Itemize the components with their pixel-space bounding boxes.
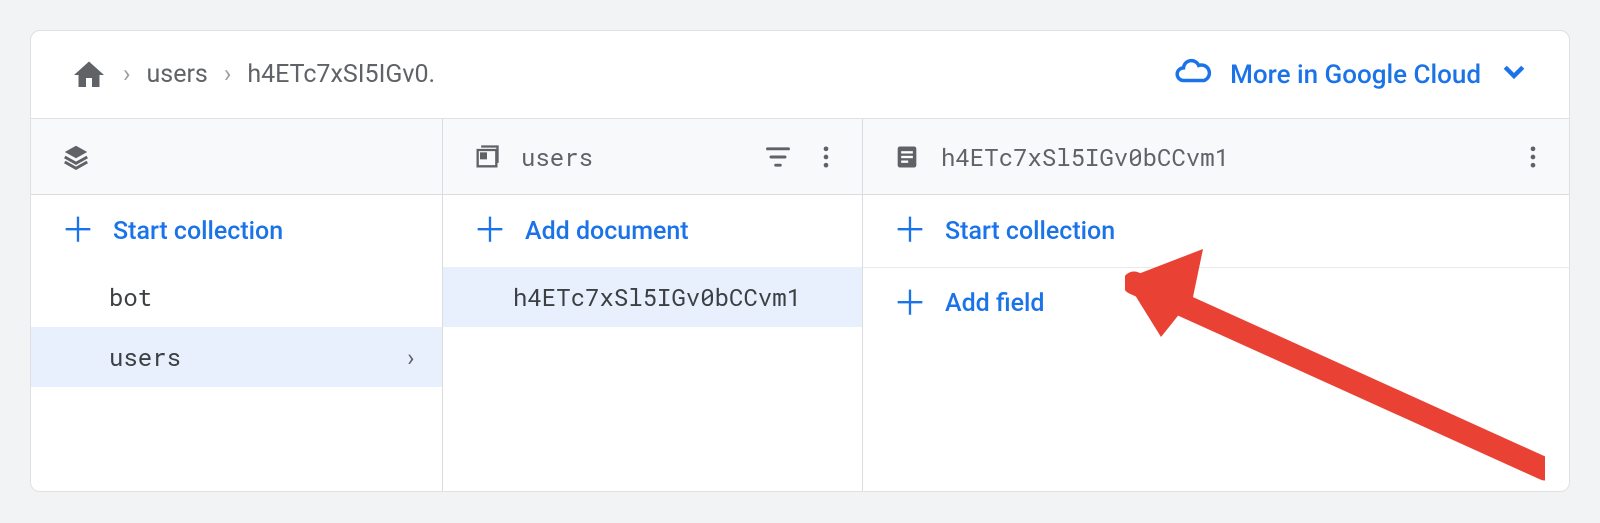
collection-column-header: users	[443, 119, 862, 195]
breadcrumb: › users › h4ETc7xSI5IGv0.	[71, 57, 435, 93]
plus-icon: ＋	[893, 214, 927, 248]
document-icon	[893, 143, 921, 171]
breadcrumb-users[interactable]: users	[147, 60, 208, 89]
chevron-right-icon: ›	[224, 60, 232, 89]
add-document-button[interactable]: ＋ Add document	[443, 195, 862, 267]
document-item-label: h4ETc7xSl5IGv0bCCvm1	[513, 281, 801, 313]
cloud-icon	[1174, 52, 1212, 97]
plus-icon: ＋	[61, 214, 95, 248]
collection-item-label: users	[109, 341, 181, 373]
collection-item-users[interactable]: users ›	[31, 327, 442, 387]
doc-start-collection-button[interactable]: ＋ Start collection	[863, 195, 1569, 267]
collection-item-label: bot	[109, 281, 152, 313]
chevron-down-icon	[1499, 56, 1529, 93]
collection-title: users	[521, 141, 744, 173]
plus-icon: ＋	[473, 214, 507, 248]
add-field-label: Add field	[945, 289, 1044, 318]
collection-column: users ＋ Add document h4ETc7xSl5IGv0bCCvm…	[443, 119, 863, 491]
plus-icon: ＋	[893, 287, 927, 321]
document-column-header: h4ETc7xSl5IGv0bCCvm1	[863, 119, 1569, 195]
more-vert-icon[interactable]	[1519, 143, 1547, 171]
root-column: ＋ Start collection bot users ›	[31, 119, 443, 491]
collection-icon	[473, 143, 501, 171]
chevron-right-icon: ›	[123, 60, 131, 89]
root-icon	[61, 142, 91, 172]
start-collection-button[interactable]: ＋ Start collection	[31, 195, 442, 267]
more-vert-icon[interactable]	[812, 143, 840, 171]
more-link-label: More in Google Cloud	[1230, 60, 1481, 90]
filter-icon[interactable]	[764, 143, 792, 171]
collection-item-bot[interactable]: bot	[31, 267, 442, 327]
root-column-header	[31, 119, 442, 195]
doc-start-collection-label: Start collection	[945, 217, 1115, 246]
document-item[interactable]: h4ETc7xSl5IGv0bCCvm1	[443, 267, 862, 327]
add-document-label: Add document	[525, 217, 689, 246]
breadcrumb-doc[interactable]: h4ETc7xSI5IGv0.	[247, 60, 435, 89]
document-title: h4ETc7xSl5IGv0bCCvm1	[941, 141, 1499, 173]
add-field-button[interactable]: ＋ Add field	[863, 267, 1569, 339]
document-column: h4ETc7xSl5IGv0bCCvm1 ＋ Start collection …	[863, 119, 1569, 491]
chevron-right-icon: ›	[404, 341, 418, 373]
more-in-google-cloud-link[interactable]: More in Google Cloud	[1174, 52, 1529, 97]
home-icon[interactable]	[71, 57, 107, 93]
start-collection-label: Start collection	[113, 217, 283, 246]
